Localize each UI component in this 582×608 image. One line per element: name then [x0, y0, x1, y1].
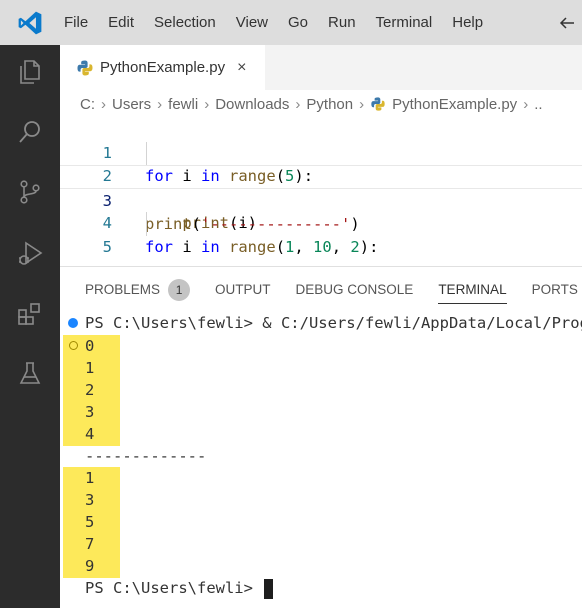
terminal-prompt-line: PS C:\Users\fewli>	[85, 577, 274, 599]
terminal-command-line: PS C:\Users\fewli> & C:/Users/fewli/AppD…	[85, 314, 582, 332]
testing-icon[interactable]	[15, 359, 45, 389]
panel-tabs: PROBLEMS 1 OUTPUT DEBUG CONSOLE TERMINAL …	[60, 267, 582, 312]
menu-terminal[interactable]: Terminal	[366, 0, 443, 45]
menu-edit[interactable]: Edit	[98, 0, 144, 45]
tab-debug-console[interactable]: DEBUG CONSOLE	[296, 267, 414, 312]
terminal-output-line: 9	[85, 557, 95, 575]
editor-area: PythonExample.py × C: › Users › fewli › …	[60, 45, 582, 303]
menu-file[interactable]: File	[60, 0, 98, 45]
source-control-icon[interactable]	[15, 177, 45, 207]
code-line: 2 print(i)	[60, 141, 582, 232]
problems-count-badge: 1	[168, 279, 191, 302]
breadcrumb-item[interactable]: fewli	[168, 96, 198, 113]
menu-selection[interactable]: Selection	[144, 0, 226, 45]
close-icon[interactable]: ×	[237, 59, 246, 76]
breadcrumb-item[interactable]: Python	[306, 96, 353, 113]
terminal-output-line: 0	[85, 337, 95, 355]
editor-tabs: PythonExample.py ×	[60, 45, 582, 90]
chevron-right-icon: ›	[295, 95, 301, 113]
title-bar: File Edit Selection View Go Run Terminal…	[0, 0, 582, 45]
terminal-output-line: 1	[85, 469, 95, 487]
terminal-output-line: 4	[85, 425, 95, 443]
run-debug-icon[interactable]	[15, 239, 45, 269]
breadcrumb-item[interactable]: C:	[80, 96, 95, 113]
menu-run[interactable]: Run	[318, 0, 366, 45]
terminal-output-line: 7	[85, 535, 95, 553]
tab-pythonexample[interactable]: PythonExample.py ×	[60, 45, 265, 90]
terminal-prompt: PS C:\Users\fewli>	[85, 579, 263, 597]
chevron-right-icon: ›	[359, 95, 365, 113]
terminal-cursor	[264, 578, 274, 599]
extensions-icon[interactable]	[15, 299, 45, 329]
activity-bar	[0, 45, 60, 608]
menu-go[interactable]: Go	[278, 0, 318, 45]
back-arrow-icon[interactable]	[552, 0, 582, 45]
menu-help[interactable]: Help	[442, 0, 493, 45]
chevron-right-icon: ›	[204, 95, 210, 113]
python-file-icon	[77, 60, 93, 75]
terminal-output-line: 3	[85, 403, 95, 421]
breadcrumb: C: › Users › fewli › Downloads › Python …	[80, 90, 543, 118]
code-line: 4 for i in range(1, 10, 2):	[60, 189, 582, 256]
vscode-logo-icon[interactable]	[0, 0, 60, 45]
chevron-right-icon: ›	[523, 95, 529, 113]
tab-label: PythonExample.py	[100, 59, 226, 76]
command-decoration-icon	[69, 341, 78, 350]
terminal-output-line: 1	[85, 359, 95, 377]
terminal-separator-line: -------------	[85, 447, 207, 465]
chevron-right-icon: ›	[157, 95, 163, 113]
indent-guide	[146, 212, 147, 236]
tab-problems[interactable]: PROBLEMS 1	[85, 267, 191, 312]
chevron-right-icon: ›	[101, 95, 106, 113]
tab-output[interactable]: OUTPUT	[215, 267, 271, 312]
breadcrumb-item[interactable]: Users	[112, 96, 151, 113]
bottom-panel: PROBLEMS 1 OUTPUT DEBUG CONSOLE TERMINAL …	[60, 266, 582, 608]
terminal-output-line: 3	[85, 491, 95, 509]
command-status-dot-icon[interactable]	[68, 318, 78, 328]
tab-problems-label: PROBLEMS	[85, 282, 161, 297]
python-file-icon	[371, 97, 385, 111]
explorer-icon[interactable]	[15, 57, 45, 87]
code-line: 1 for i in range(5):	[60, 118, 582, 186]
indent-guide	[146, 141, 147, 165]
tab-terminal[interactable]: TERMINAL	[438, 267, 507, 312]
code-editor[interactable]: 1 for i in range(5): 2 print(i) 3 print(…	[60, 118, 582, 303]
menu-view[interactable]: View	[226, 0, 278, 45]
tab-ports[interactable]: PORTS	[532, 267, 578, 312]
breadcrumb-item[interactable]: ..	[534, 96, 542, 113]
code-line-active: 3 print('--------------')	[60, 165, 582, 233]
line-number: 5	[102, 237, 112, 256]
breadcrumb-item[interactable]: PythonExample.py	[392, 96, 517, 113]
terminal-output-line: 5	[85, 513, 95, 531]
code-text: for i in range(1, 10, 2):	[145, 237, 379, 256]
breadcrumb-item[interactable]: Downloads	[215, 96, 289, 113]
code-line: 5 print(i)	[60, 212, 582, 303]
terminal-output-line: 2	[85, 381, 95, 399]
search-icon[interactable]	[15, 117, 45, 147]
